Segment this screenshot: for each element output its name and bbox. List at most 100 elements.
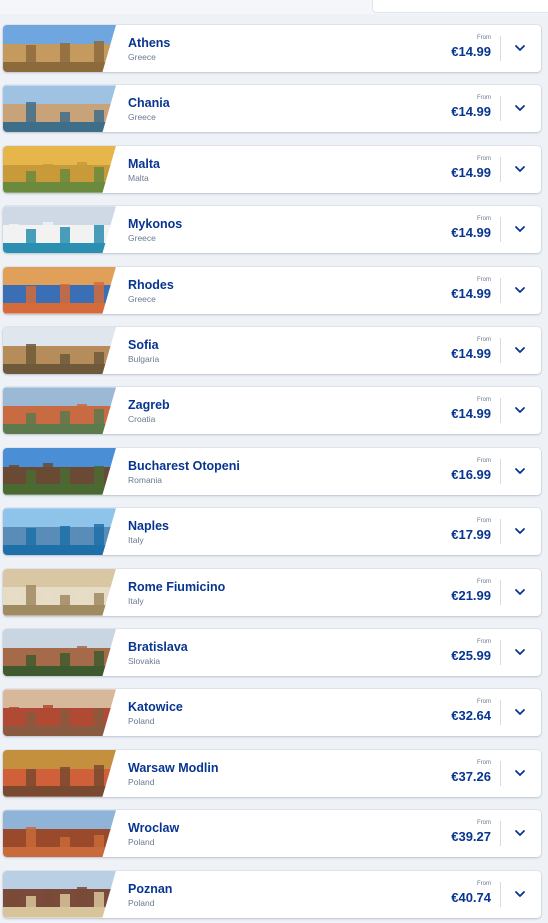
destination-photo (3, 266, 116, 314)
destination-city: Warsaw Modlin (128, 760, 219, 775)
chevron-down-icon[interactable] (513, 585, 527, 599)
destination-photo (3, 870, 116, 918)
divider (500, 156, 501, 182)
chevron-down-icon[interactable] (513, 162, 527, 176)
destination-country: Greece (128, 112, 156, 123)
chevron-down-icon[interactable] (513, 222, 527, 236)
from-label: From (477, 95, 491, 102)
destination-card[interactable]: Rhodes Greece From €14.99 (3, 266, 541, 314)
from-label: From (477, 759, 491, 766)
destination-card[interactable]: Chania Greece From €14.99 (3, 85, 541, 133)
price: €14.99 (451, 225, 491, 241)
destination-photo (3, 689, 116, 737)
destination-city: Rhodes (128, 277, 174, 292)
destination-city: Zagreb (128, 398, 170, 413)
chevron-down-icon[interactable] (513, 645, 527, 659)
divider (500, 821, 501, 847)
top-bar (0, 0, 548, 14)
from-label: From (477, 699, 491, 706)
destination-card[interactable]: Katowice Poland From €32.64 (3, 689, 541, 737)
destination-card[interactable]: Bratislava Slovakia From €25.99 (3, 629, 541, 676)
divider (500, 519, 501, 545)
destination-country: Croatia (128, 414, 156, 425)
destination-city: Bucharest Otopeni (128, 458, 240, 473)
destination-photo (3, 206, 116, 254)
from-label: From (477, 35, 491, 41)
price: €14.99 (451, 104, 491, 120)
chevron-down-icon[interactable] (513, 283, 527, 297)
destination-city: Mykonos (128, 217, 183, 232)
from-label: From (477, 337, 491, 343)
from-label: From (477, 397, 491, 404)
from-label: From (477, 216, 491, 223)
price: €14.99 (451, 406, 491, 422)
divider (500, 579, 501, 605)
destination-photo (3, 25, 116, 72)
from-label: From (477, 276, 491, 283)
divider (500, 640, 501, 665)
destination-city: Bratislava (128, 640, 188, 654)
divider (500, 458, 501, 484)
destination-city: Naples (128, 519, 169, 534)
destination-country: Poland (128, 716, 155, 727)
destination-city: Sofia (128, 338, 159, 352)
price: €40.74 (451, 889, 491, 905)
from-label: From (477, 578, 491, 585)
destination-country: Bulgaria (128, 354, 160, 364)
price: €16.99 (451, 466, 491, 482)
destination-country: Greece (128, 293, 156, 304)
destination-city: Katowice (128, 700, 183, 715)
price: €14.99 (451, 346, 491, 361)
destination-city: Poznan (128, 881, 173, 896)
divider (500, 277, 501, 303)
chevron-down-icon[interactable] (513, 403, 527, 417)
from-label: From (477, 880, 491, 887)
price: €17.99 (451, 527, 491, 543)
destination-country: Greece (128, 233, 156, 244)
destination-card[interactable]: Malta Malta From €14.99 (3, 145, 541, 193)
price: €25.99 (451, 648, 491, 663)
price: €14.99 (451, 285, 491, 301)
chevron-down-icon[interactable] (513, 101, 527, 115)
chevron-down-icon[interactable] (513, 343, 527, 357)
price: €32.64 (451, 708, 491, 724)
from-label: From (477, 820, 491, 827)
divider (500, 881, 501, 907)
chevron-down-icon[interactable] (513, 524, 527, 538)
destination-card[interactable]: Athens Greece From €14.99 (3, 25, 541, 72)
divider (500, 36, 501, 61)
chevron-down-icon[interactable] (513, 705, 527, 719)
destination-photo (3, 508, 116, 556)
destination-city: Wroclaw (128, 821, 180, 836)
price: €21.99 (451, 587, 491, 603)
destination-card[interactable]: Sofia Bulgaria From €14.99 (3, 327, 541, 374)
destination-photo (3, 629, 116, 676)
price: €14.99 (451, 44, 491, 59)
destination-card[interactable]: Zagreb Croatia From €14.99 (3, 387, 541, 435)
price: €14.99 (451, 164, 491, 180)
destination-photo (3, 749, 116, 797)
destination-card[interactable]: Bucharest Otopeni Romania From €16.99 (3, 447, 541, 495)
destination-card[interactable]: Naples Italy From €17.99 (3, 508, 541, 556)
chevron-down-icon[interactable] (513, 826, 527, 840)
chevron-down-icon[interactable] (513, 41, 527, 55)
divider (500, 338, 501, 363)
destination-city: Rome Fiumicino (128, 579, 226, 594)
chevron-down-icon[interactable] (513, 887, 527, 901)
chevron-down-icon[interactable] (513, 464, 527, 478)
destination-card[interactable]: Mykonos Greece From €14.99 (3, 206, 541, 254)
destination-photo (3, 387, 116, 435)
destination-country: Romania (128, 474, 163, 485)
destination-card[interactable]: Warsaw Modlin Poland From €37.26 (3, 749, 541, 797)
divider (500, 398, 501, 424)
destination-country: Poland (128, 897, 155, 908)
chevron-down-icon[interactable] (513, 766, 527, 780)
destination-card[interactable]: Wroclaw Poland From €39.27 (3, 810, 541, 858)
destination-photo (3, 568, 116, 616)
destination-city: Chania (128, 96, 170, 111)
destination-card[interactable]: Poznan Poland From €40.74 (3, 870, 541, 918)
destination-country: Italy (128, 595, 144, 606)
price: €37.26 (451, 768, 491, 784)
divider (500, 760, 501, 786)
destination-card[interactable]: Rome Fiumicino Italy From €21.99 (3, 568, 541, 616)
